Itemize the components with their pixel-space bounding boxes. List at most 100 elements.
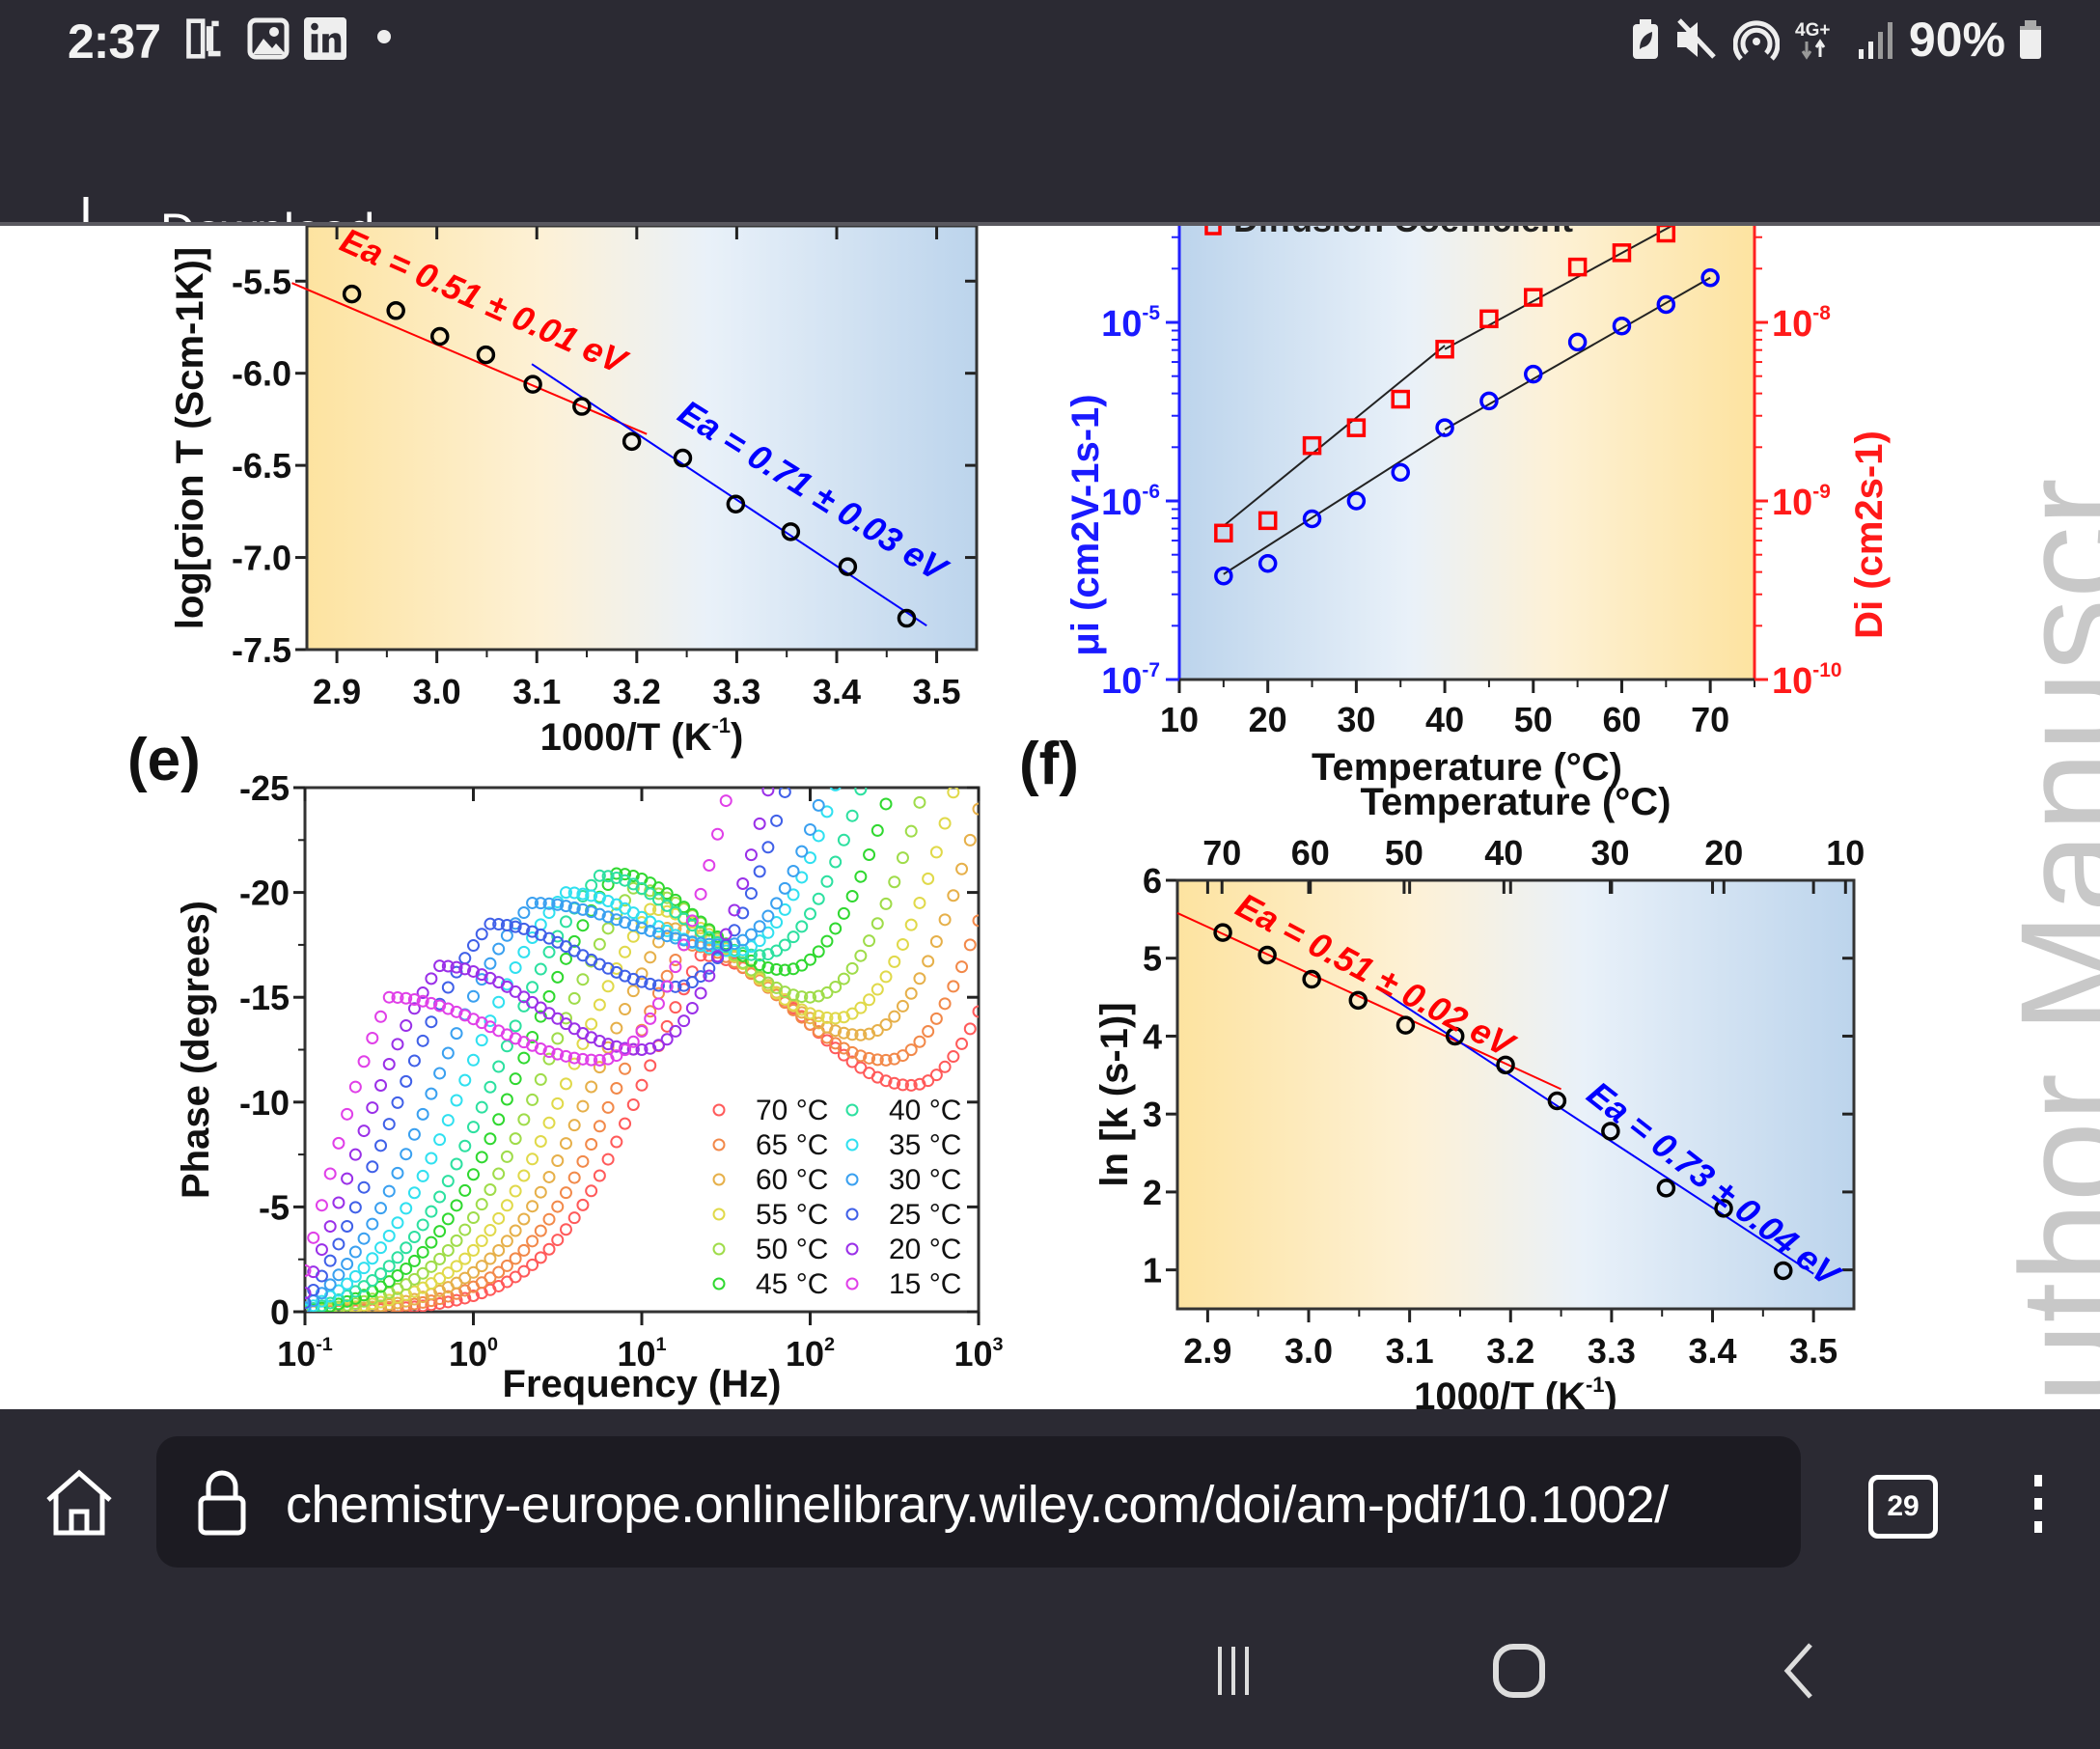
x-tick-label: 60 (1602, 700, 1641, 739)
legend-label: 30 °C (889, 1164, 961, 1196)
y-axis-label: ln [k (s-1)] (1093, 1002, 1136, 1186)
x-tick-label: 3.2 (1486, 1331, 1534, 1371)
status-time: 2:37 (68, 14, 161, 69)
x2-axis-label: Temperature (°C) (1361, 781, 1672, 823)
phase-point (771, 749, 782, 760)
recent-apps-icon[interactable] (1214, 1645, 1253, 1697)
y-right-axis-label: Di (cm2s-1) (1848, 430, 1891, 639)
url-text[interactable]: chemistry-europe.onlinelibrary.wiley.com… (286, 1475, 1791, 1535)
y-tick-label: -15 (239, 978, 290, 1017)
y-tick-label: -7.0 (232, 539, 291, 578)
y-left-tick-label: 10-7 (1101, 659, 1160, 702)
x2-tick-label: 20 (1704, 833, 1743, 873)
phase-point (780, 711, 790, 722)
phase-point (923, 766, 933, 777)
chart-panel-f: 2.9 3.0 3.1 3.2 3.3 3.4 3.5123456Ea = 0.51 ± 0… (1093, 781, 1865, 1409)
download-bar[interactable]: Download (0, 81, 2100, 265)
x-tick-label: 3.4 (813, 672, 861, 711)
phase-point (839, 751, 849, 762)
x2-tick-label: 70 (1202, 833, 1241, 873)
phase-point (881, 690, 892, 701)
x-tick-label: 50 (1514, 700, 1553, 739)
figure-canvas: 2.9 3.0 3.1 3.2 3.3 3.4 3.5 -5.5 -6.0 -6.5 -7.0 -7.… (127, 226, 1891, 1409)
battery-percent: 90% (1908, 13, 2005, 67)
phase-point (948, 658, 958, 669)
legend-label: Diffusion Coefficient (1233, 226, 1573, 239)
y-tick-label: -5.5 (232, 262, 291, 301)
x-tick-label: 2.9 (1183, 1331, 1231, 1371)
plot-frame (303, 786, 981, 1314)
legend-label: 70 °C (756, 1095, 828, 1126)
phase-point (965, 718, 976, 729)
phase-point (872, 724, 883, 735)
back-icon[interactable] (1780, 1641, 1818, 1701)
x-tick-label: 102 (786, 1334, 835, 1374)
phase-point (821, 773, 832, 784)
pdf-document-view[interactable]: 2.9 3.0 3.1 3.2 3.3 3.4 3.5 -5.5 -6.0 -6.5 -7.0 -7.… (0, 226, 2100, 1409)
home-icon[interactable] (42, 1467, 116, 1537)
x-tick-label: 3.0 (413, 672, 461, 711)
y-left-axis-label: μi (cm2V-1s-1) (1064, 394, 1107, 655)
network-label: 4G+ (1795, 20, 1830, 41)
lock-icon (198, 1470, 246, 1536)
chart-panel-c: 2.9 3.0 3.1 3.2 3.3 3.4 3.5 -5.5 -6.0 -6.5 -7.0 -7.… (169, 226, 979, 759)
battery-saver-icon (1632, 19, 1658, 59)
linkedin-icon (304, 17, 346, 60)
x-tick-label: 103 (953, 1334, 1003, 1374)
legend-label: 20 °C (889, 1234, 961, 1265)
phase-point (729, 760, 739, 770)
phase-point (956, 754, 967, 764)
network-4g-plus-icon: 4G+ (1795, 20, 1830, 60)
legend-label: 15 °C (889, 1268, 961, 1300)
x2-tick-label: 50 (1385, 833, 1423, 873)
signal-icon (1858, 22, 1893, 59)
status-bar: 2:37 4G+ 90% (0, 0, 2100, 81)
x-tick-label: 3.3 (712, 672, 760, 711)
y-tick-label: 2 (1143, 1173, 1162, 1212)
x-tick-label: 20 (1249, 700, 1287, 739)
x-tick-label: 30 (1337, 700, 1375, 739)
legend-label: 55 °C (756, 1199, 828, 1231)
x2-tick-label: 10 (1826, 833, 1865, 873)
more-vert-icon[interactable] (2031, 1473, 2046, 1535)
y-tick-label: -7.5 (232, 630, 291, 670)
tabs-button[interactable]: 29 (1868, 1475, 1938, 1539)
y-tick-label: -25 (239, 768, 290, 808)
legend-label: 25 °C (889, 1199, 961, 1231)
x-tick-label: 3.3 (1588, 1331, 1636, 1371)
phase-point (889, 770, 899, 781)
phase-point (847, 720, 858, 731)
watermark-text: Author Manuscr (1990, 478, 2100, 1409)
y-right-tick-label: 10-8 (1772, 302, 1831, 345)
phase-point (864, 651, 874, 661)
x-tick-label: 2.9 (313, 672, 361, 711)
y-tick-label: -10 (239, 1083, 290, 1123)
x-tick-label: 3.4 (1688, 1331, 1736, 1371)
phase-point (898, 738, 908, 749)
legend-label: 45 °C (756, 1268, 828, 1300)
x-tick-label: 3.1 (512, 672, 561, 711)
phase-point (864, 755, 874, 765)
y-axis-label: Phase (degrees) (175, 901, 217, 1199)
x-axis-label: 1000/T (K-1) (1414, 1373, 1617, 1409)
phase-point (830, 745, 841, 756)
legend-label: 65 °C (756, 1129, 828, 1161)
panel-label-f: (f) (1019, 731, 1079, 797)
chart-panel-d: 10 20 30 40 50 60 70Temperature (°C)10-510-610… (1064, 226, 1891, 789)
y-tick-label: 6 (1143, 861, 1162, 901)
y-left-tick-label: 10-6 (1101, 481, 1160, 523)
y-tick-label: 4 (1143, 1016, 1162, 1056)
y-tick-label: -20 (239, 874, 290, 913)
y-tick-label: 0 (270, 1292, 290, 1332)
gallery-icon (247, 17, 290, 60)
y-right-tick-label: 10-10 (1772, 659, 1841, 702)
y-tick-label: -6.0 (232, 354, 291, 394)
home-nav-icon[interactable] (1492, 1643, 1546, 1699)
phase-point (889, 654, 899, 665)
phase-point (788, 671, 799, 681)
y-tick-label: 5 (1143, 939, 1162, 979)
phase-point (839, 713, 849, 724)
battery-icon (2020, 20, 2041, 59)
y-tick-label: -5 (259, 1187, 290, 1227)
x-tick-label: 100 (449, 1334, 498, 1374)
